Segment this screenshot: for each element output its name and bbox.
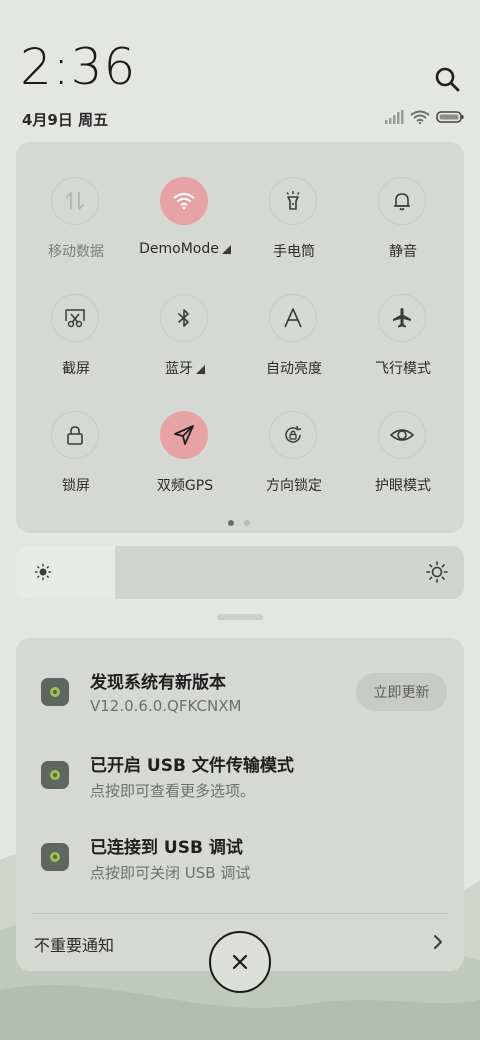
tile-airplane[interactable]: 飞行模式: [348, 294, 458, 394]
minor-notifications-button[interactable]: 不重要通知: [34, 932, 114, 956]
page-dot: [244, 520, 250, 526]
brightness-slider-fill: [16, 546, 115, 599]
tile-lock-screen[interactable]: 锁屏: [21, 411, 131, 511]
tile-mobile-data-label: 移动数据: [48, 244, 104, 260]
tile-auto-brightness-label: 自动亮度: [266, 361, 322, 377]
system-update-icon: [41, 678, 69, 706]
tile-rotation-lock-button[interactable]: [269, 411, 317, 459]
signal-icon: [385, 110, 404, 124]
usb-settings-icon: [41, 761, 69, 789]
notification-usb-transfer[interactable]: 已开启 USB 文件传输模式 点按即可查看更多选项。: [16, 740, 464, 810]
lock-icon: [67, 426, 83, 445]
rotation-lock-icon: [285, 425, 302, 443]
tile-silent[interactable]: 静音: [348, 177, 458, 277]
tile-bluetooth[interactable]: 蓝牙: [130, 294, 240, 394]
page-dot-active: [228, 520, 234, 526]
tile-airplane-button[interactable]: [378, 294, 426, 342]
notification-usb-debug[interactable]: 已连接到 USB 调试 点按即可关闭 USB 调试: [16, 824, 464, 894]
flashlight-icon: [286, 191, 300, 210]
clear-all-button[interactable]: [209, 931, 271, 993]
tile-lock-screen-label: 锁屏: [62, 478, 90, 494]
clock-time: 2:36: [20, 38, 137, 96]
tile-mobile-data[interactable]: 移动数据: [21, 177, 131, 277]
screenshot-icon: [65, 309, 85, 328]
notification-subtitle: 点按即可关闭 USB 调试: [90, 864, 251, 882]
drag-handle[interactable]: [217, 614, 263, 620]
eye-icon: [389, 429, 415, 441]
tile-flashlight-button[interactable]: [269, 177, 317, 225]
wifi-status-icon: [410, 110, 430, 124]
tile-screenshot-button[interactable]: [51, 294, 99, 342]
tile-eye-protection[interactable]: 护眼模式: [348, 411, 458, 511]
date-label: 4月9日 周五: [22, 111, 109, 129]
tile-silent-label: 静音: [389, 244, 417, 260]
update-now-button[interactable]: 立即更新: [356, 673, 447, 711]
tile-gps-label: 双频GPS: [156, 478, 214, 494]
notification-title: 已开启 USB 文件传输模式: [90, 756, 294, 776]
mobile-data-icon: [66, 192, 84, 210]
search-button[interactable]: [432, 64, 462, 94]
search-icon: [435, 67, 460, 92]
tile-rotation-lock[interactable]: 方向锁定: [239, 411, 349, 511]
tile-wifi[interactable]: DemoMode: [130, 177, 240, 277]
divider: [32, 913, 448, 914]
bluetooth-icon: [178, 309, 189, 327]
tile-auto-brightness-button[interactable]: [269, 294, 317, 342]
close-icon: [232, 954, 248, 970]
brightness-slider[interactable]: [16, 546, 464, 599]
auto-brightness-icon: [284, 308, 302, 328]
quick-settings-panel: 移动数据 DemoMode 手电筒 静音 截屏 蓝牙 自动亮度 飞行模式 锁屏 …: [16, 142, 464, 533]
tile-screenshot-label: 截屏: [62, 361, 90, 377]
notification-title: 已连接到 USB 调试: [90, 838, 243, 858]
usb-debug-icon: [41, 843, 69, 871]
tile-bluetooth-button[interactable]: [160, 294, 208, 342]
expand-indicator-icon: [221, 245, 231, 254]
brightness-high-icon: [426, 561, 448, 583]
notification-title: 发现系统有新版本: [90, 673, 226, 693]
battery-icon: [436, 111, 464, 123]
airplane-icon: [393, 308, 411, 328]
chevron-right-icon[interactable]: [430, 933, 446, 951]
tile-flashlight-label: 手电筒: [273, 244, 315, 260]
tile-eye-protection-button[interactable]: [378, 411, 426, 459]
tile-flashlight[interactable]: 手电筒: [239, 177, 349, 277]
tile-auto-brightness[interactable]: 自动亮度: [239, 294, 349, 394]
tile-gps[interactable]: 双频GPS: [130, 411, 240, 511]
tile-eye-protection-label: 护眼模式: [375, 478, 431, 494]
notification-subtitle: 点按即可查看更多选项。: [90, 782, 256, 800]
gps-icon: [174, 425, 194, 445]
brightness-low-icon: [34, 563, 52, 581]
page-indicator: [228, 520, 250, 526]
bell-icon: [394, 193, 410, 211]
tile-lock-screen-button[interactable]: [51, 411, 99, 459]
notification-panel: 发现系统有新版本 V12.0.6.0.QFKCNXM 立即更新 已开启 USB …: [16, 638, 464, 971]
status-bar-icons: [384, 108, 464, 126]
tile-mobile-data-button[interactable]: [51, 177, 99, 225]
tile-rotation-lock-label: 方向锁定: [266, 478, 322, 494]
tile-bluetooth-label: 蓝牙: [130, 358, 240, 378]
expand-indicator-icon: [196, 365, 205, 374]
notification-system-update[interactable]: 发现系统有新版本 V12.0.6.0.QFKCNXM 立即更新: [16, 656, 464, 726]
wifi-icon: [173, 193, 195, 210]
tile-wifi-button[interactable]: [160, 177, 208, 225]
tile-silent-button[interactable]: [378, 177, 426, 225]
tile-gps-button[interactable]: [160, 411, 208, 459]
notification-subtitle: V12.0.6.0.QFKCNXM: [90, 697, 242, 715]
tile-screenshot[interactable]: 截屏: [21, 294, 131, 394]
tile-wifi-label: DemoMode: [130, 241, 240, 257]
tile-airplane-label: 飞行模式: [375, 361, 431, 377]
